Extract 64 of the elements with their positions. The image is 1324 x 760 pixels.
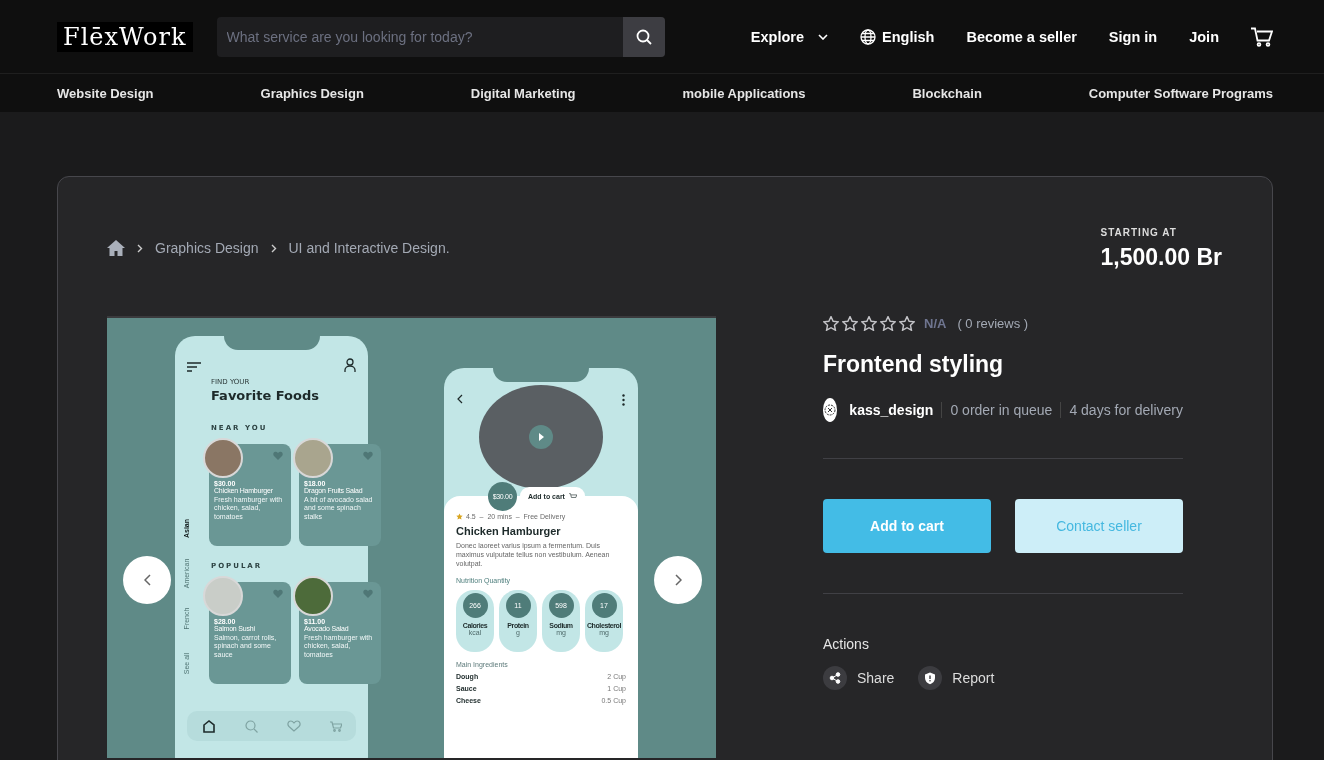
logo-icon (824, 404, 837, 416)
food-photo (293, 576, 333, 616)
seller-avatar[interactable] (823, 398, 838, 422)
chevron-right-icon (137, 243, 143, 253)
heart-icon (363, 451, 373, 460)
rating-value: N/A (924, 316, 947, 331)
shield-icon (924, 671, 937, 685)
cart-icon (568, 492, 577, 500)
cart-icon[interactable] (1251, 26, 1273, 47)
food-photo (203, 438, 243, 478)
menu-icon (187, 362, 201, 372)
star-icon (880, 316, 896, 331)
food-photo (203, 576, 243, 616)
category-link[interactable]: Website Design (57, 85, 154, 101)
breadcrumb-link[interactable]: Graphics Design (155, 240, 259, 256)
star-icon (842, 316, 858, 331)
globe-icon (860, 28, 877, 45)
nav-link[interactable]: English (860, 28, 935, 45)
search-button[interactable] (622, 16, 665, 57)
heart-icon (363, 589, 373, 598)
screen-title: Favorite Foods (211, 388, 319, 403)
category-link[interactable]: Graphics Design (260, 85, 364, 101)
chevron-left-icon (143, 574, 151, 586)
price: 1,500.00 Br (1100, 244, 1222, 271)
star-icon (456, 513, 463, 520)
nav-link[interactable]: Become a seller (966, 28, 1077, 45)
search-icon (635, 28, 652, 45)
food-photo (293, 438, 333, 478)
user-icon (344, 358, 356, 372)
report-button[interactable]: Report (918, 666, 995, 690)
play-icon[interactable] (529, 425, 553, 449)
queue-info: 0 order in queue (942, 402, 1062, 418)
actions-heading: Actions (823, 636, 870, 652)
breadcrumb-link[interactable]: UI and Interactive Design. (288, 240, 450, 256)
star-icon (861, 316, 877, 331)
nav-link[interactable]: Explore (750, 28, 829, 45)
star-icon (823, 316, 839, 331)
gig-title: Frontend styling (823, 351, 1005, 378)
chevron-right-icon (674, 574, 682, 586)
share-button[interactable]: Share (823, 666, 895, 690)
delivery-info: 4 days for delivery (1068, 402, 1183, 418)
price-label: STARTING AT (1100, 227, 1178, 238)
category-link[interactable]: mobile Applications (682, 85, 806, 101)
review-count[interactable]: ( 0 reviews ) (957, 316, 1029, 331)
chevron-right-icon (270, 243, 277, 253)
home-icon[interactable] (107, 240, 125, 256)
chevron-down-icon (818, 33, 829, 40)
nav-link[interactable]: Join (1189, 28, 1219, 45)
category-link[interactable]: Blockchain (912, 85, 982, 101)
seller-name[interactable]: kass_design (849, 402, 943, 418)
nav-link[interactable]: Sign in (1108, 28, 1158, 45)
previous-button[interactable] (123, 556, 171, 604)
heart-icon (273, 589, 283, 598)
home-icon[interactable] (201, 719, 216, 733)
heart-icon (273, 451, 283, 460)
next-button[interactable] (654, 556, 702, 604)
category-link[interactable]: Digital Marketing (470, 85, 576, 101)
food-title: Chicken Hamburger (456, 525, 562, 537)
share-icon (829, 672, 841, 684)
back-icon[interactable] (457, 394, 463, 404)
logo[interactable]: FlēxWork (57, 21, 193, 52)
category-link[interactable]: Computer Software Programs (1088, 85, 1273, 101)
star-icon (899, 316, 915, 331)
more-icon[interactable] (622, 394, 625, 406)
